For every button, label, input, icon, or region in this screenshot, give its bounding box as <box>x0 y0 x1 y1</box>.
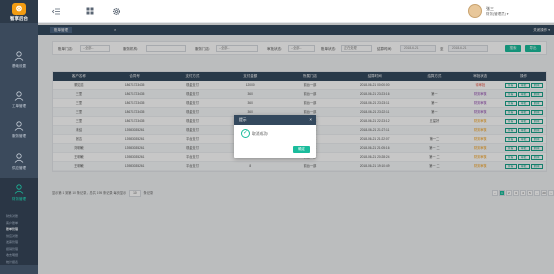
user-icon <box>14 121 24 131</box>
user-icon <box>14 51 24 61</box>
menu-fold-icon[interactable] <box>51 7 61 16</box>
user-icon <box>14 184 24 194</box>
sidebar-item-label: 服务管理 <box>12 134 26 138</box>
alert-dialog: 提示 × ✓ 取消成功! 确定 <box>234 115 316 158</box>
grid-icon[interactable] <box>85 7 94 16</box>
brand-logo-icon: ⊛ <box>12 3 26 15</box>
ok-button[interactable]: 确定 <box>293 146 310 153</box>
sidebar: ⊛ 智享后台 基础设置 工单管理 服务管理 供应管理 财务管理 财务对账 客户账… <box>0 0 38 274</box>
sidebar-item-basic[interactable]: 基础设置 <box>0 45 38 83</box>
dialog-title: 提示 <box>239 118 247 122</box>
avatar[interactable] <box>468 4 482 18</box>
logo: ⊛ 智享后台 <box>0 0 38 23</box>
submenu-item[interactable]: 统计报表 <box>0 259 38 266</box>
check-circle-icon: ✓ <box>241 129 250 138</box>
dialog-header: 提示 × <box>234 115 316 125</box>
dialog-message: 取消成功! <box>252 132 269 136</box>
user-role-dropdown[interactable]: 财务(管理员) ▾ <box>486 12 509 17</box>
sidebar-item-label: 财务管理 <box>12 197 26 201</box>
sidebar-item-label: 基础设置 <box>12 64 26 68</box>
sidebar-item-label: 供应管理 <box>12 166 26 170</box>
user-icon <box>14 91 24 101</box>
top-bar: 张三 财务(管理员) ▾ <box>38 0 554 23</box>
user-icon <box>14 153 24 163</box>
brand-name: 智享后台 <box>10 16 28 21</box>
sidebar-item-label: 工单管理 <box>12 104 26 108</box>
close-icon[interactable]: × <box>309 115 312 125</box>
sidebar-item-finance[interactable]: 财务管理 <box>0 178 38 216</box>
gear-icon[interactable] <box>112 7 121 16</box>
finance-submenu: 财务对账 客户账单 账单管理 供应对账 发票管理 报销管理 收支明细 统计报表 <box>0 213 38 265</box>
